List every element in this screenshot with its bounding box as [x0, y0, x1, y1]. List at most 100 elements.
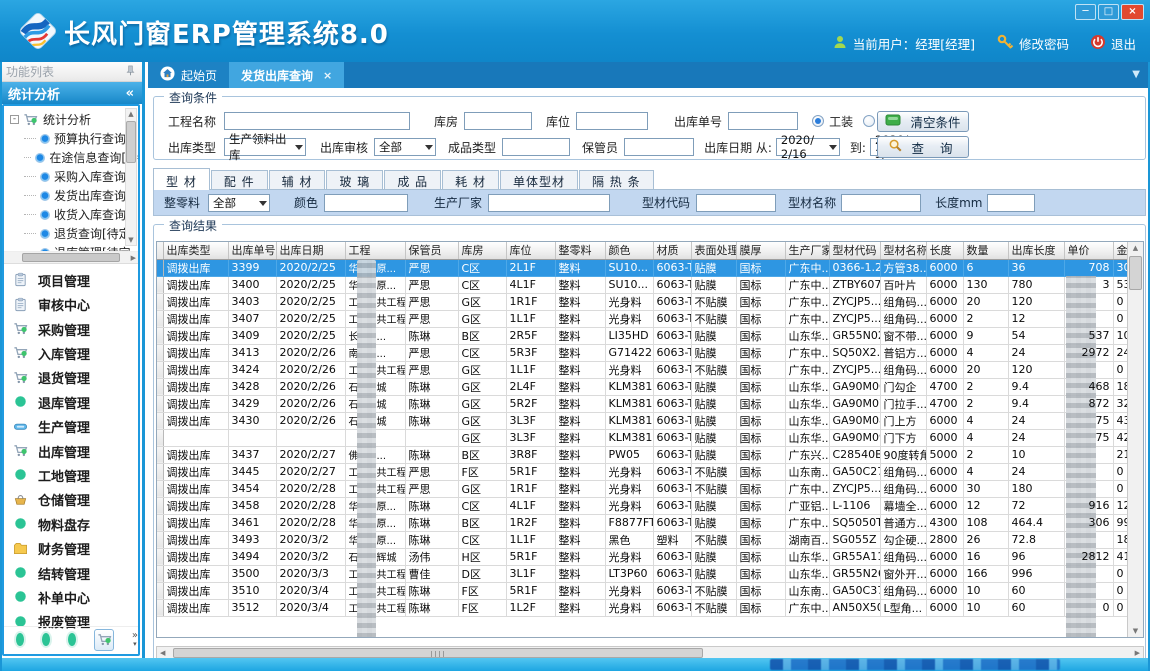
cell[interactable]: 黑色: [605, 531, 653, 548]
cell[interactable]: 30: [963, 480, 1008, 497]
table-row[interactable]: 调拨出库34032020/2/25工共工程严思G区1R1F整料光身料6063-T…: [157, 293, 1144, 310]
profile-code-input[interactable]: [696, 194, 776, 212]
cell[interactable]: 国标: [736, 565, 785, 582]
cell[interactable]: 4L1F: [506, 497, 555, 514]
cell[interactable]: D区: [458, 565, 506, 582]
clipboard-icon[interactable]: [13, 272, 29, 288]
color-input[interactable]: [324, 194, 408, 212]
category-tab[interactable]: 成 品: [384, 170, 441, 189]
cell[interactable]: 2: [963, 395, 1008, 412]
cell[interactable]: GA90M08.: [829, 412, 880, 429]
cell[interactable]: G区: [458, 429, 506, 446]
cell[interactable]: 2020/2/25: [276, 293, 345, 310]
cell[interactable]: AN50X50X2: [829, 599, 880, 616]
bullet-icon[interactable]: [40, 172, 50, 182]
cell[interactable]: 汤伟: [405, 548, 458, 565]
cell[interactable]: 3L3F: [506, 412, 555, 429]
cell[interactable]: 广东中...: [785, 310, 829, 327]
tree-connector[interactable]: [24, 195, 36, 196]
cell[interactable]: 2020/2/26: [276, 378, 345, 395]
minimize-button[interactable]: ─: [1075, 4, 1096, 20]
table-row[interactable]: 调拨出库34282020/2/26石城陈琳G区2L4F整料KLM38176063…: [157, 378, 1144, 395]
cell[interactable]: [1064, 480, 1113, 497]
cell[interactable]: 2020/3/4: [276, 599, 345, 616]
cell[interactable]: [405, 429, 458, 446]
cell[interactable]: 26: [963, 531, 1008, 548]
cell[interactable]: G区: [458, 293, 506, 310]
cell[interactable]: SG055Z: [829, 531, 880, 548]
column-header[interactable]: 出库类型: [163, 242, 228, 259]
cell[interactable]: 2020/2/28: [276, 480, 345, 497]
cell[interactable]: 6000: [926, 412, 963, 429]
table-row[interactable]: 调拨出库35002020/3/3工共工程曹佳D区3L1F整料LT3P606063…: [157, 565, 1144, 582]
sidebar-item-label[interactable]: 出库管理: [38, 442, 90, 461]
cell[interactable]: G区: [458, 412, 506, 429]
cell[interactable]: 门下方: [880, 429, 926, 446]
cell[interactable]: 整料: [555, 514, 605, 531]
cell[interactable]: 12: [963, 497, 1008, 514]
column-header[interactable]: 出库日期: [276, 242, 345, 259]
cell[interactable]: 6000: [926, 599, 963, 616]
cell[interactable]: 调拨出库: [163, 378, 228, 395]
cell[interactable]: 4300: [926, 514, 963, 531]
cell[interactable]: 光身料: [605, 361, 653, 378]
cell[interactable]: 2020/2/26: [276, 412, 345, 429]
cell[interactable]: 组角码...: [880, 463, 926, 480]
cell[interactable]: C区: [458, 344, 506, 361]
cell[interactable]: 严思: [405, 480, 458, 497]
cell[interactable]: [1064, 446, 1113, 463]
cell[interactable]: 贴膜: [691, 514, 736, 531]
cell[interactable]: 996: [1008, 565, 1064, 582]
cell[interactable]: F区: [458, 599, 506, 616]
cell[interactable]: 光身料: [605, 548, 653, 565]
cell[interactable]: 整料: [555, 361, 605, 378]
cell[interactable]: 5000: [926, 446, 963, 463]
cell[interactable]: G区: [458, 361, 506, 378]
cell[interactable]: GR55N26: [829, 565, 880, 582]
column-header[interactable]: 型材代码: [829, 242, 880, 259]
cell[interactable]: 2020/3/2: [276, 531, 345, 548]
cell[interactable]: 6000: [926, 497, 963, 514]
sidebar-group-header[interactable]: 统计分析 «: [0, 82, 142, 104]
cell[interactable]: 贴膜: [691, 276, 736, 293]
cell[interactable]: 5R3F: [506, 344, 555, 361]
tree-item[interactable]: 退货查询[待定]: [4, 224, 138, 243]
cell[interactable]: 6000: [926, 293, 963, 310]
column-header[interactable]: 库房: [458, 242, 506, 259]
column-header[interactable]: 型材名称: [880, 242, 926, 259]
table-row[interactable]: 调拨出库35102020/3/4工共工程陈琳F区5R1F整料光身料6063-T5…: [157, 582, 1144, 599]
cell[interactable]: 山东华...: [785, 548, 829, 565]
cell[interactable]: G71422: [605, 344, 653, 361]
audit-select[interactable]: 全部: [374, 138, 436, 156]
tree-connector[interactable]: [24, 157, 31, 158]
cell[interactable]: 不贴膜: [691, 293, 736, 310]
tree-item[interactable]: 采购入库查询: [4, 167, 138, 186]
tab-close-icon[interactable]: ×: [323, 69, 332, 82]
cell[interactable]: B区: [458, 327, 506, 344]
cell[interactable]: 国标: [736, 412, 785, 429]
cell[interactable]: 6: [963, 259, 1008, 276]
cell[interactable]: 曹佳: [405, 565, 458, 582]
cell[interactable]: 2L1F: [506, 259, 555, 276]
cell[interactable]: 3L1F: [506, 565, 555, 582]
cell[interactable]: 方管38...: [880, 259, 926, 276]
cell[interactable]: 严思: [405, 276, 458, 293]
cell[interactable]: 4L1F: [506, 276, 555, 293]
cell[interactable]: 陈琳: [405, 378, 458, 395]
cell[interactable]: 光身料: [605, 310, 653, 327]
cell[interactable]: 湖南百...: [785, 531, 829, 548]
cell[interactable]: LT3P60: [605, 565, 653, 582]
category-tab[interactable]: 耗 材: [442, 170, 499, 189]
cell[interactable]: 2020/2/25: [276, 310, 345, 327]
cell[interactable]: 陈琳: [405, 446, 458, 463]
scroll-thumb[interactable]: [126, 121, 136, 163]
cell[interactable]: 调拨出库: [163, 514, 228, 531]
cell[interactable]: 3409: [228, 327, 276, 344]
cell[interactable]: 6063-T5: [653, 548, 691, 565]
cell[interactable]: 2020/2/26: [276, 361, 345, 378]
cell[interactable]: 陈琳: [405, 599, 458, 616]
tree-item-label[interactable]: 发货出库查询: [54, 187, 126, 204]
cell[interactable]: 72: [1008, 497, 1064, 514]
tree-connector[interactable]: [24, 214, 36, 215]
cell[interactable]: 24: [1008, 463, 1064, 480]
